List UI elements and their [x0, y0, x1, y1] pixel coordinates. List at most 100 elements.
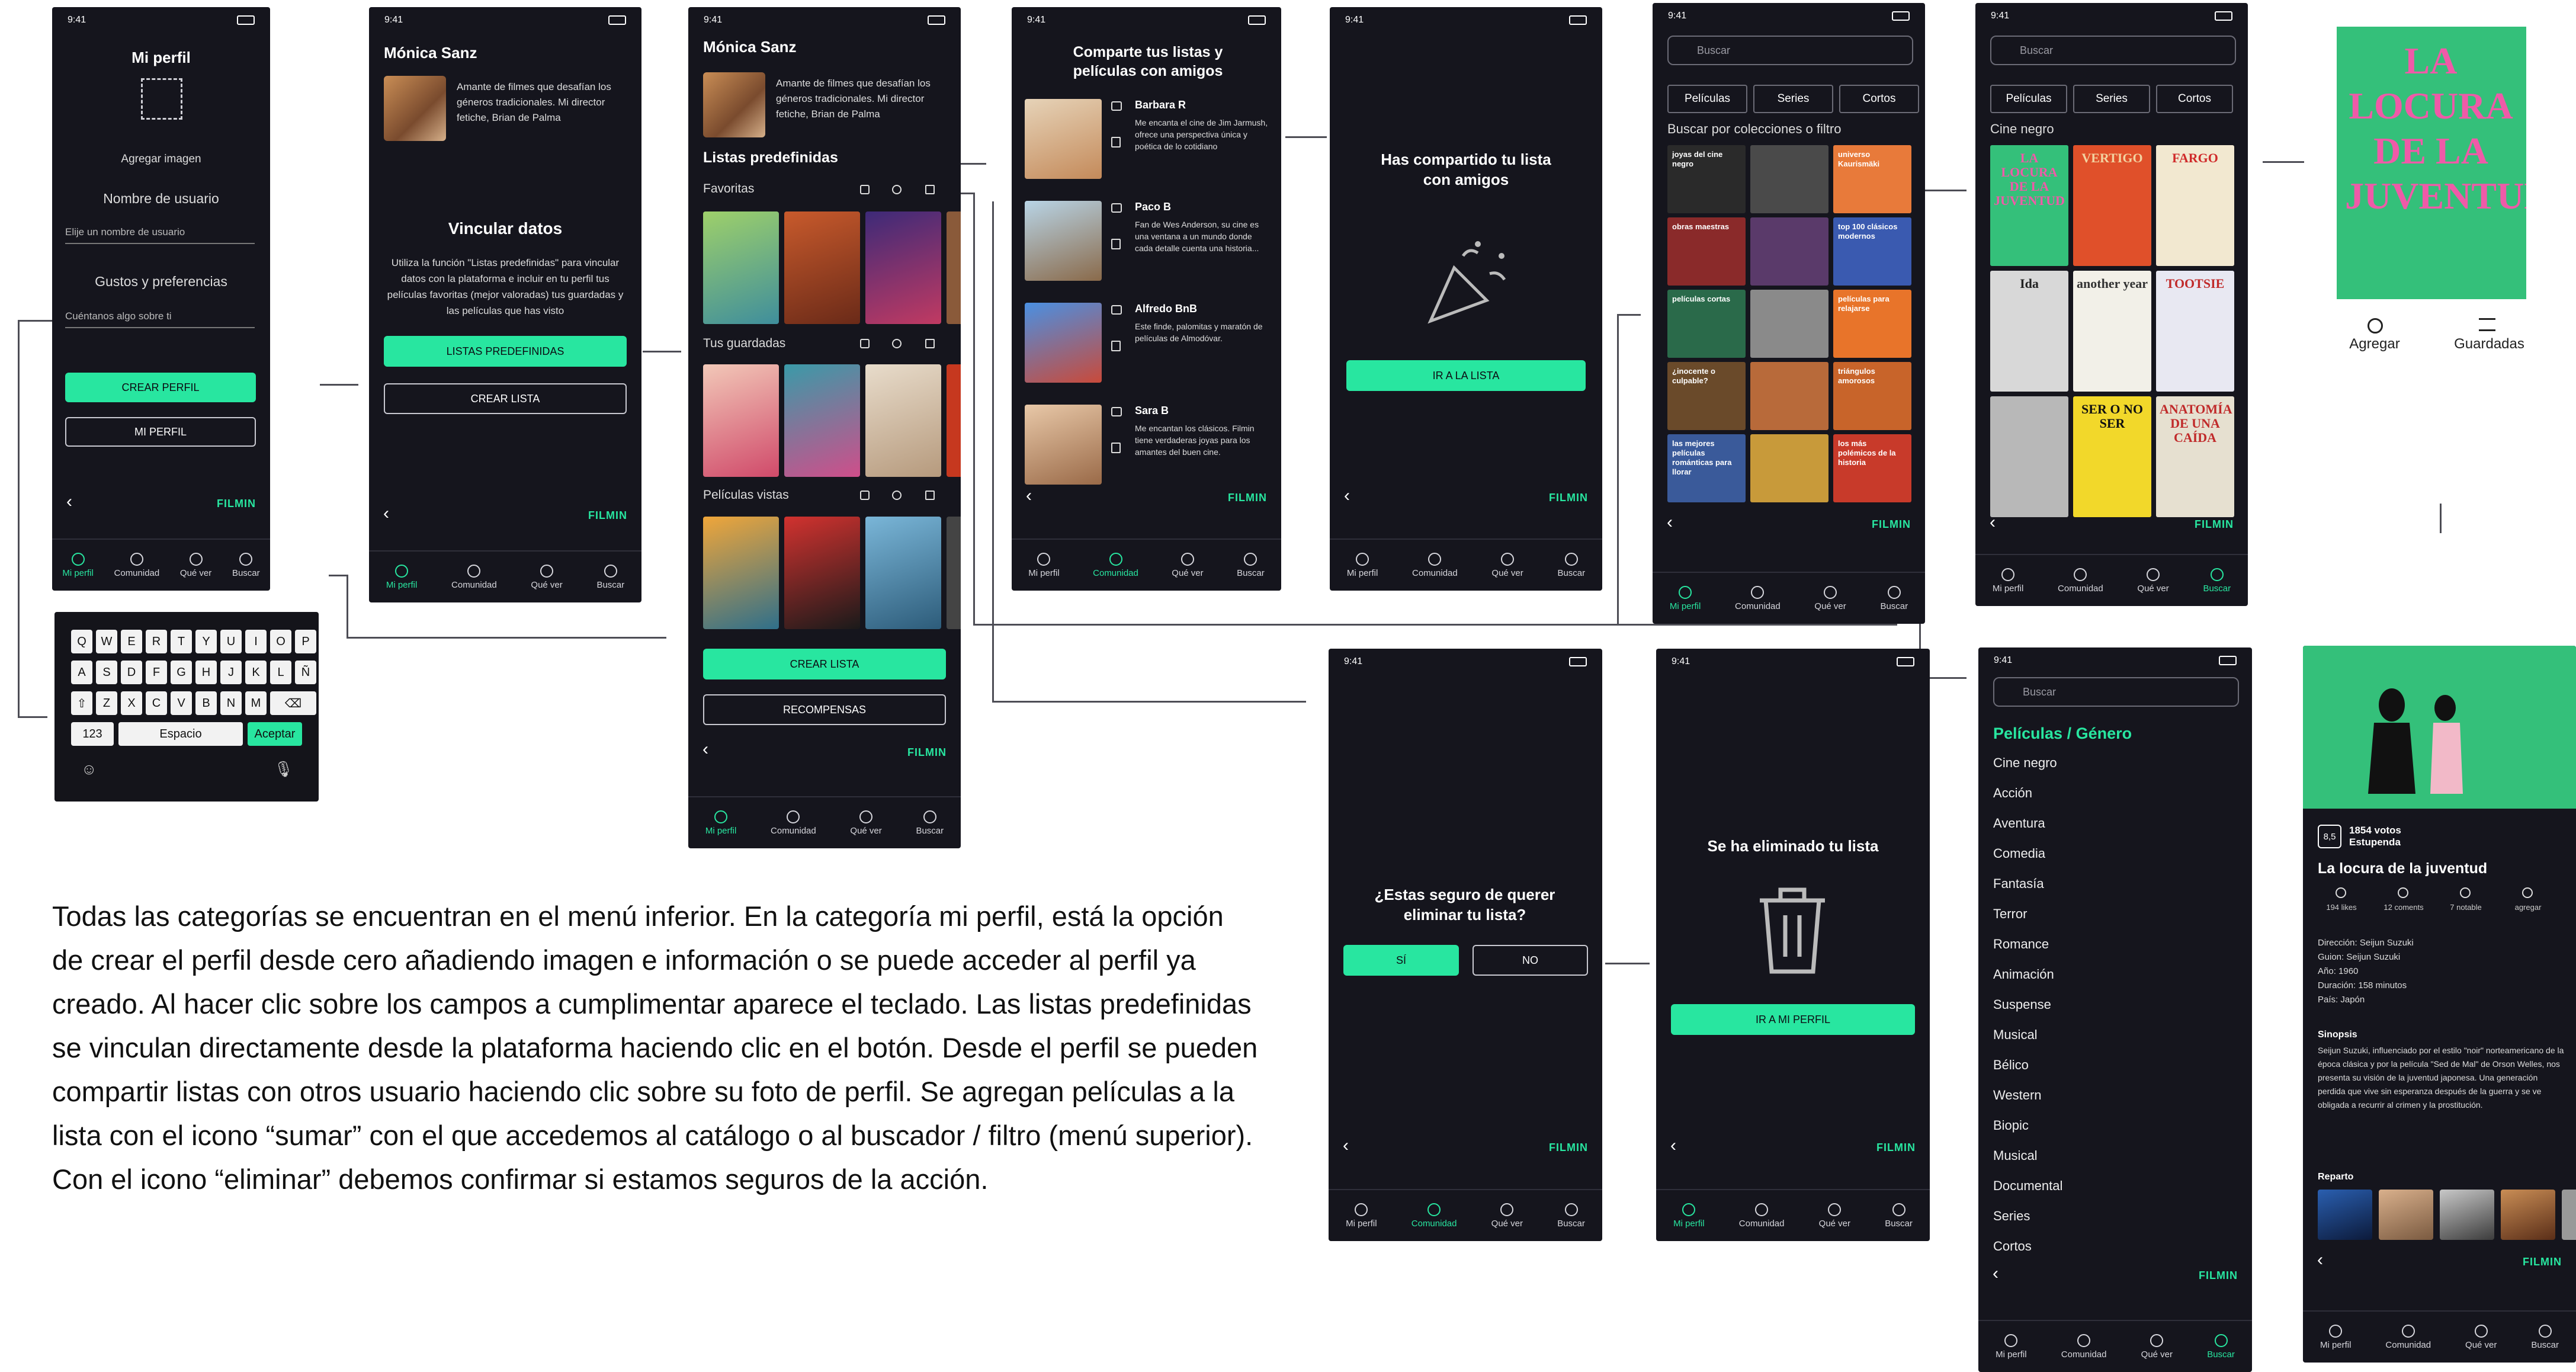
- nav-community[interactable]: Comunidad: [451, 564, 497, 590]
- no-button[interactable]: NO: [1473, 945, 1588, 976]
- poster[interactable]: [947, 517, 961, 629]
- nav-search[interactable]: Buscar: [1237, 552, 1265, 578]
- genre-item[interactable]: Documental: [1993, 1178, 2062, 1194]
- message-icon[interactable]: [1111, 407, 1122, 416]
- star-icon[interactable]: [2460, 887, 2471, 898]
- nav-watch[interactable]: Qué ver: [531, 564, 563, 590]
- nav-profile[interactable]: Mi perfil: [2320, 1324, 2351, 1350]
- collection-tile[interactable]: triángulos amorosos: [1833, 362, 1911, 430]
- movie-poster[interactable]: Ida: [1990, 271, 2068, 392]
- key[interactable]: R: [146, 630, 167, 653]
- poster[interactable]: [865, 517, 941, 629]
- key[interactable]: D: [121, 661, 142, 684]
- nav-community[interactable]: Comunidad: [2058, 568, 2103, 594]
- genre-item[interactable]: Musical: [1993, 1148, 2038, 1163]
- key[interactable]: F: [146, 661, 167, 684]
- nav-search[interactable]: Buscar: [2203, 568, 2231, 594]
- movie-poster[interactable]: SER O NO SER: [2073, 396, 2151, 517]
- key[interactable]: J: [220, 661, 242, 684]
- nav-community[interactable]: Comunidad: [1093, 552, 1138, 578]
- key[interactable]: Q: [71, 630, 92, 653]
- chip-shorts[interactable]: Cortos: [2156, 85, 2233, 113]
- friend-avatar[interactable]: [1025, 99, 1102, 179]
- friend-avatar[interactable]: [1025, 201, 1102, 281]
- collection-tile[interactable]: [1750, 145, 1828, 213]
- cast-photo[interactable]: [2440, 1190, 2494, 1240]
- nav-search[interactable]: Buscar: [596, 564, 624, 590]
- nav-watch[interactable]: Qué ver: [1172, 552, 1204, 578]
- back-icon[interactable]: ‹: [66, 492, 72, 512]
- cast-photo[interactable]: [2501, 1190, 2555, 1240]
- search-input[interactable]: Buscar: [1667, 36, 1913, 65]
- key[interactable]: I: [245, 630, 267, 653]
- key[interactable]: K: [245, 661, 267, 684]
- create-list-button[interactable]: CREAR LISTA: [703, 649, 946, 679]
- key[interactable]: A: [71, 661, 92, 684]
- message-icon[interactable]: [1111, 101, 1122, 111]
- trash-icon[interactable]: [925, 339, 935, 348]
- nav-community[interactable]: Comunidad: [1735, 585, 1781, 611]
- avatar[interactable]: [384, 76, 446, 141]
- microphone-icon[interactable]: 🎙: [274, 760, 293, 778]
- back-icon[interactable]: ‹: [1344, 486, 1350, 506]
- genre-item[interactable]: Bélico: [1993, 1057, 2029, 1073]
- movie-poster[interactable]: ANATOMÍA DE UNA CAÍDA: [2156, 396, 2234, 517]
- my-profile-button[interactable]: MI PERFIL: [65, 417, 256, 447]
- nav-profile[interactable]: Mi perfil: [705, 810, 736, 836]
- back-icon[interactable]: ‹: [1670, 1136, 1676, 1156]
- genre-item[interactable]: Animación: [1993, 967, 2054, 982]
- trash-icon[interactable]: [1111, 443, 1121, 453]
- key[interactable]: T: [171, 630, 192, 653]
- movie-poster[interactable]: [1990, 396, 2068, 517]
- back-icon[interactable]: ‹: [1343, 1136, 1349, 1156]
- yes-button[interactable]: SÍ: [1343, 945, 1459, 976]
- nav-profile[interactable]: Mi perfil: [1670, 585, 1701, 611]
- nav-community[interactable]: Comunidad: [1739, 1203, 1784, 1229]
- rewards-button[interactable]: RECOMPENSAS: [703, 694, 946, 725]
- nav-search[interactable]: Buscar: [1557, 552, 1585, 578]
- back-icon[interactable]: ‹: [1667, 512, 1673, 533]
- nav-watch[interactable]: Qué ver: [1491, 552, 1523, 578]
- nav-community[interactable]: Comunidad: [114, 552, 159, 578]
- collection-tile[interactable]: obras maestras: [1667, 217, 1746, 286]
- key[interactable]: S: [96, 661, 117, 684]
- genre-item[interactable]: Series: [1993, 1208, 2030, 1224]
- nav-search[interactable]: Buscar: [1885, 1203, 1913, 1229]
- key[interactable]: U: [220, 630, 242, 653]
- genre-item[interactable]: Cine negro: [1993, 755, 2057, 771]
- add-image-label[interactable]: Agregar imagen: [52, 153, 270, 166]
- chip-movies[interactable]: Películas: [1990, 85, 2067, 113]
- key[interactable]: L: [270, 661, 291, 684]
- add-icon[interactable]: [2368, 318, 2383, 334]
- genre-item[interactable]: Cortos: [1993, 1239, 2032, 1254]
- message-icon[interactable]: [1111, 305, 1122, 315]
- nav-profile[interactable]: Mi perfil: [1993, 568, 2023, 594]
- poster[interactable]: [703, 364, 779, 477]
- likes-icon[interactable]: [2336, 887, 2346, 898]
- cast-photo[interactable]: [2562, 1190, 2576, 1240]
- genre-item[interactable]: Suspense: [1993, 997, 2051, 1012]
- collection-tile[interactable]: ¿inocente o culpable?: [1667, 362, 1746, 430]
- chip-series[interactable]: Series: [2073, 85, 2150, 113]
- search-input[interactable]: Buscar: [1990, 36, 2236, 65]
- nav-profile[interactable]: Mi perfil: [1673, 1203, 1705, 1229]
- back-icon[interactable]: ‹: [2317, 1250, 2323, 1270]
- tastes-field[interactable]: Cuéntanos algo sobre ti: [65, 310, 255, 328]
- nav-profile[interactable]: Mi perfil: [1346, 1203, 1377, 1229]
- chip-series[interactable]: Series: [1753, 85, 1833, 113]
- key[interactable]: W: [96, 630, 117, 653]
- genre-item[interactable]: Romance: [1993, 937, 2049, 952]
- key[interactable]: H: [195, 661, 217, 684]
- movie-poster[interactable]: VERTIGO: [2073, 145, 2151, 266]
- key[interactable]: M: [245, 691, 267, 715]
- share-icon[interactable]: [860, 491, 870, 500]
- back-icon[interactable]: ‹: [1993, 1264, 1998, 1284]
- chip-shorts[interactable]: Cortos: [1839, 85, 1919, 113]
- trash-icon[interactable]: [1111, 137, 1121, 148]
- poster[interactable]: [947, 364, 961, 477]
- add-icon[interactable]: [892, 339, 902, 348]
- add-label[interactable]: Agregar: [2345, 336, 2404, 352]
- poster[interactable]: [947, 211, 961, 324]
- movie-poster[interactable]: FARGO: [2156, 145, 2234, 266]
- nav-search[interactable]: Buscar: [2207, 1333, 2235, 1360]
